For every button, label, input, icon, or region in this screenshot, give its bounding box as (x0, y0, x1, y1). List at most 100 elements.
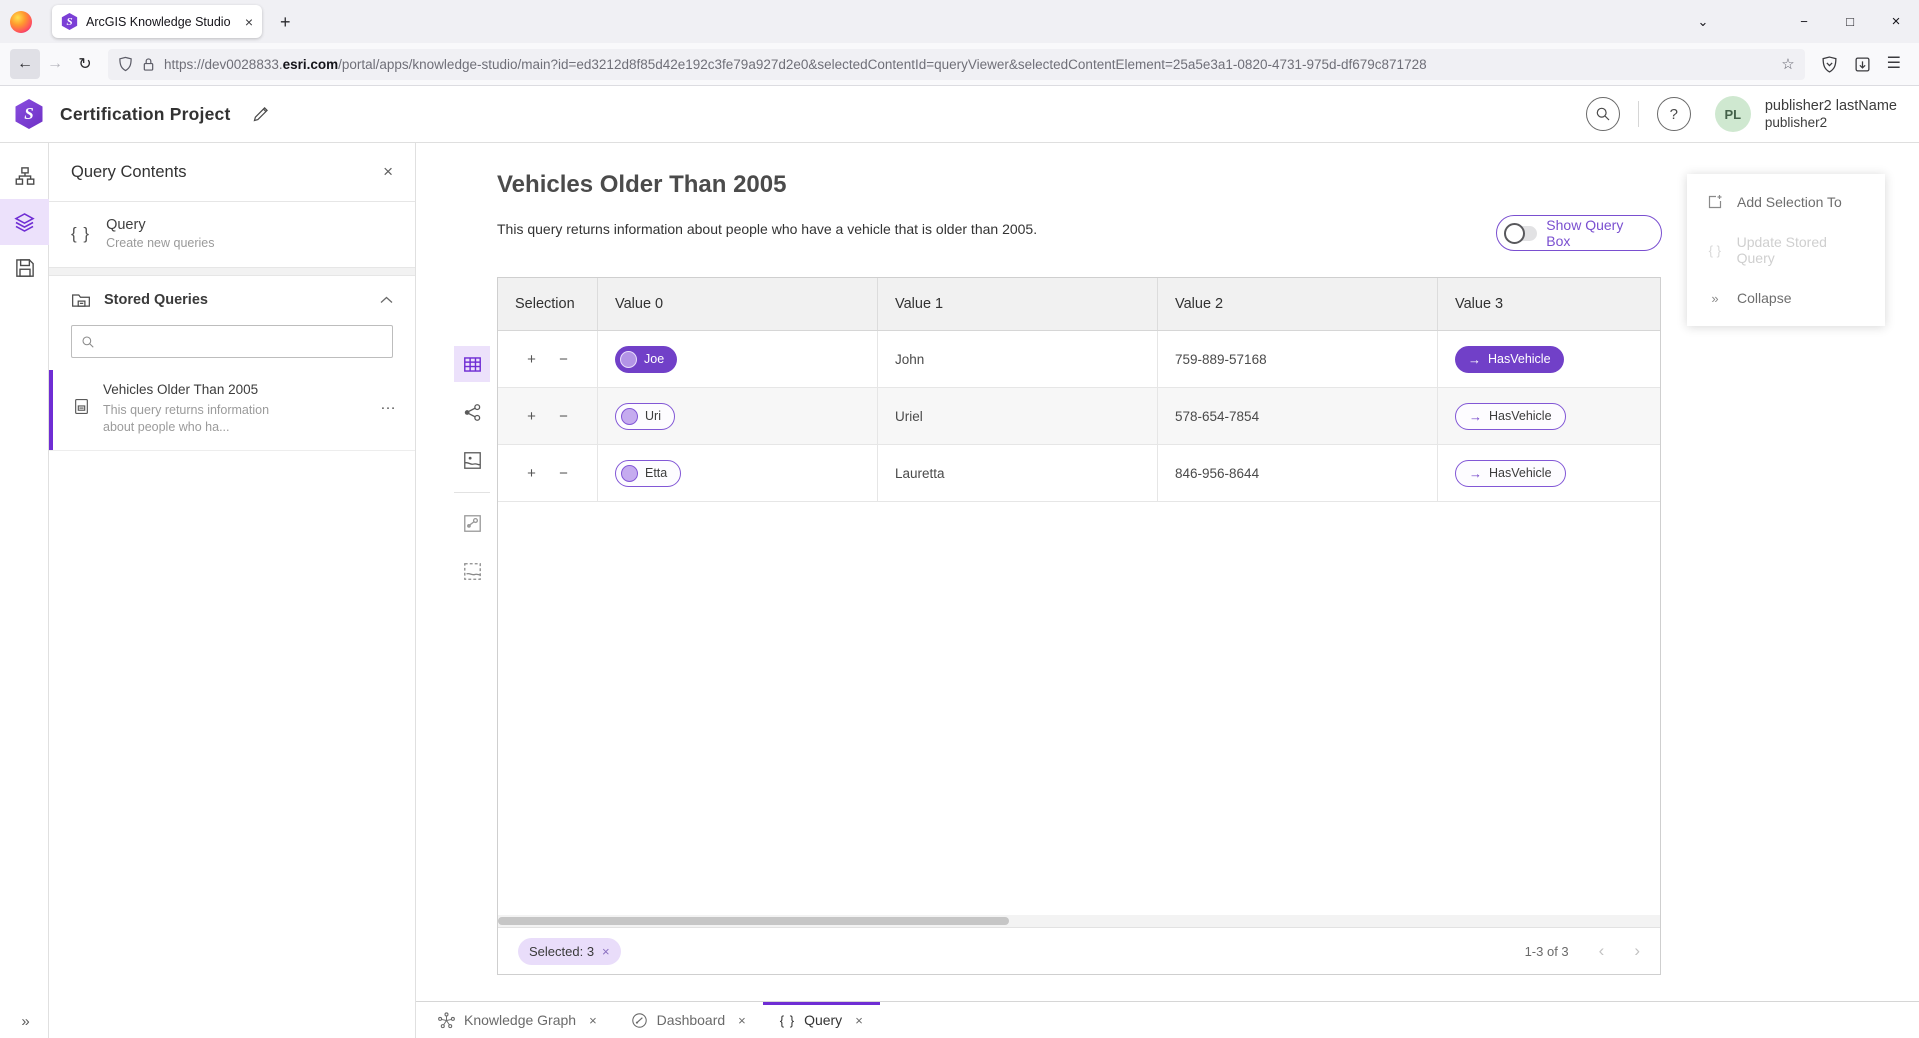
relationship-pill[interactable]: →HasVehicle (1455, 346, 1564, 373)
stored-queries-header[interactable]: Stored Queries (49, 276, 415, 323)
search-input[interactable] (103, 334, 383, 349)
list-tabs-icon[interactable]: ⌄ (1680, 0, 1726, 43)
tab-close-icon[interactable]: × (245, 15, 253, 29)
avatar[interactable]: PL (1715, 96, 1751, 132)
remove-from-selection-button[interactable]: − (555, 408, 573, 425)
user-block[interactable]: publisher2 lastName publisher2 (1765, 97, 1903, 132)
entity-pill[interactable]: Uri (615, 403, 675, 430)
entity-label: Joe (644, 352, 664, 366)
browser-tab[interactable]: S ArcGIS Knowledge Studio × (52, 5, 262, 38)
entity-pill[interactable]: Etta (615, 460, 681, 487)
table-row[interactable]: + − Joe John 759-889-57168 →HasVehicle (498, 331, 1660, 388)
toolbar-divider (454, 492, 490, 493)
sidebar-item-project-contents[interactable] (0, 153, 49, 199)
app-menu-icon[interactable]: ☰ (1887, 56, 1901, 72)
add-to-selection-button[interactable]: + (523, 465, 541, 482)
results-table: Selection Value 0 Value 1 Value 2 Value … (497, 277, 1661, 975)
relationship-pill[interactable]: → HasVehicle (1455, 460, 1566, 487)
cell-value1[interactable]: Uriel (878, 388, 1158, 444)
selected-count-chip[interactable]: Selected: 3 × (518, 938, 621, 965)
project-title: Certification Project (60, 104, 230, 125)
help-button[interactable]: ? (1657, 97, 1691, 131)
selection-link-chart-icon (463, 514, 482, 533)
stored-query-description: This query returns information about peo… (103, 402, 303, 436)
entity-pill[interactable]: Joe (615, 346, 677, 373)
tab-query[interactable]: { } Query × (763, 1002, 880, 1038)
column-header-value1[interactable]: Value 1 (878, 278, 1158, 330)
sidebar-item-saved[interactable] (0, 245, 49, 291)
stored-queries-search[interactable] (71, 325, 393, 358)
add-selection-to-map-button[interactable] (454, 553, 490, 589)
pocket-shield-icon[interactable] (1821, 56, 1838, 73)
horizontal-scrollbar[interactable] (498, 915, 1660, 927)
search-icon (81, 335, 95, 349)
add-selection-icon (1706, 194, 1724, 210)
remove-from-selection-button[interactable]: − (555, 351, 573, 368)
firefox-icon[interactable] (10, 11, 32, 33)
new-query-item[interactable]: { } Query Create new queries (49, 202, 415, 267)
tab-dashboard[interactable]: Dashboard × (614, 1002, 763, 1038)
tab-knowledge-graph[interactable]: Knowledge Graph × (421, 1002, 614, 1038)
relationship-label: HasVehicle (1489, 466, 1552, 480)
library-icon[interactable] (1854, 56, 1871, 73)
table-header: Selection Value 0 Value 1 Value 2 Value … (498, 278, 1660, 331)
close-window-button[interactable]: × (1873, 0, 1919, 43)
add-to-map-button[interactable] (454, 442, 490, 478)
new-tab-button[interactable]: + (280, 13, 291, 31)
remove-from-selection-button[interactable]: − (555, 465, 573, 482)
reload-button[interactable]: ↻ (70, 49, 100, 79)
menu-item-collapse[interactable]: » Collapse (1687, 274, 1885, 322)
tab-close-icon[interactable]: × (855, 1013, 863, 1028)
add-to-selection-button[interactable]: + (523, 351, 541, 368)
shield-icon[interactable] (118, 56, 133, 72)
clear-selection-icon[interactable]: × (602, 944, 610, 959)
add-selection-to-link-chart-button[interactable] (454, 505, 490, 541)
stored-query-item[interactable]: Vehicles Older Than 2005 This query retu… (49, 370, 415, 451)
add-to-link-chart-button[interactable] (454, 394, 490, 430)
panel-close-icon[interactable]: × (383, 162, 393, 182)
add-to-selection-button[interactable]: + (523, 408, 541, 425)
search-button[interactable] (1586, 97, 1620, 131)
previous-page-icon[interactable]: ‹ (1599, 941, 1605, 961)
show-query-box-toggle[interactable]: Show Query Box (1496, 215, 1662, 251)
tab-close-icon[interactable]: × (738, 1013, 746, 1028)
next-page-icon[interactable]: › (1634, 941, 1640, 961)
cell-value2[interactable]: 759-889-57168 (1158, 331, 1438, 387)
table-row[interactable]: + − Etta Lauretta 846-956-8644 → HasVehic… (498, 445, 1660, 502)
expand-rail-button[interactable]: » (0, 1013, 49, 1030)
chevron-up-icon[interactable] (380, 296, 393, 304)
menu-item-update-stored-query[interactable]: { } Update Stored Query (1687, 226, 1885, 274)
column-header-selection[interactable]: Selection (498, 278, 598, 330)
stored-query-icon (73, 398, 90, 415)
sidebar-item-query-contents[interactable] (0, 199, 49, 245)
url-bar[interactable]: https://dev0028833.esri.com/portal/apps/… (108, 49, 1805, 80)
cell-value2[interactable]: 578-654-7854 (1158, 388, 1438, 444)
edit-project-name-button[interactable] (252, 105, 270, 123)
forward-button[interactable]: → (40, 49, 70, 79)
cell-value2[interactable]: 846-956-8644 (1158, 445, 1438, 501)
selected-count-label: Selected: 3 (529, 944, 594, 959)
stored-query-options-icon[interactable]: … (380, 396, 397, 436)
arrow-right-icon: → (1469, 466, 1482, 481)
maximize-button[interactable]: □ (1827, 0, 1873, 43)
tab-close-icon[interactable]: × (589, 1013, 597, 1028)
url-prefix: https://dev0028833. (164, 57, 283, 72)
column-header-value3[interactable]: Value 3 (1438, 278, 1660, 330)
relationship-pill[interactable]: →HasVehicle (1455, 403, 1566, 430)
tab-label: Query (804, 1012, 842, 1028)
menu-item-add-selection-to[interactable]: Add Selection To (1687, 178, 1885, 226)
scrollbar-thumb[interactable] (498, 917, 1009, 925)
table-view-button[interactable] (454, 346, 490, 382)
lock-icon[interactable] (142, 57, 155, 72)
cell-value1[interactable]: John (878, 331, 1158, 387)
minimize-button[interactable]: − (1781, 0, 1827, 43)
bookmark-star-icon[interactable]: ☆ (1781, 55, 1794, 73)
table-row[interactable]: + − Uri Uriel 578-654-7854 →HasVehicle (498, 388, 1660, 445)
entity-icon (621, 465, 638, 482)
column-header-value0[interactable]: Value 0 (598, 278, 878, 330)
org-tree-icon (15, 166, 35, 186)
back-button[interactable]: ← (10, 49, 40, 79)
column-header-value2[interactable]: Value 2 (1158, 278, 1438, 330)
url-text[interactable]: https://dev0028833.esri.com/portal/apps/… (164, 57, 1772, 72)
cell-value1[interactable]: Lauretta (878, 445, 1158, 501)
